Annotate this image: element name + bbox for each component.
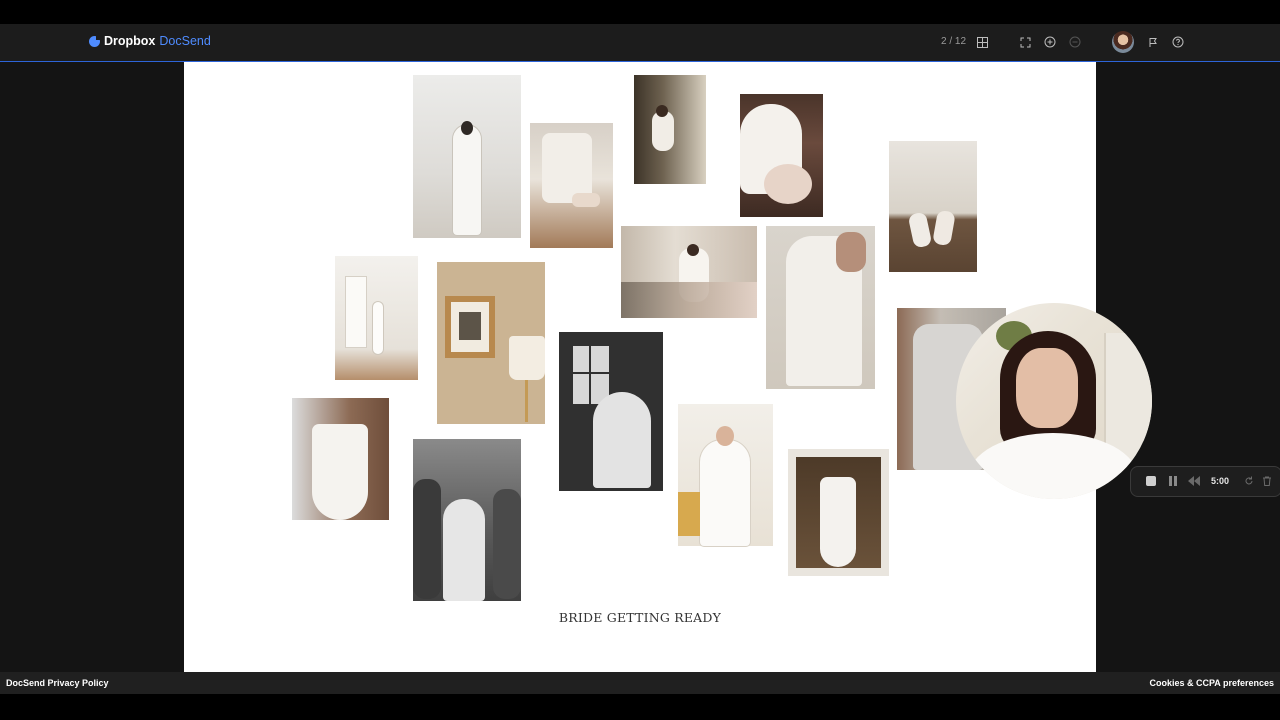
fullscreen-icon[interactable]: [1018, 35, 1032, 49]
presenter-video[interactable]: [956, 303, 1152, 499]
photo-pearl-sleeve-gown: [766, 226, 875, 389]
docsend-logo[interactable]: Dropbox DocSend: [89, 34, 211, 48]
photo-bride-seated-flowers: [621, 226, 757, 318]
photo-framed-art-lamp: [437, 262, 545, 424]
photo-bride-shoes-buckle: [530, 123, 613, 248]
minus-circle-icon[interactable]: [1068, 35, 1082, 49]
photo-bride-hallway: [335, 256, 418, 380]
recording-time: 5:00: [1211, 476, 1230, 486]
help-icon[interactable]: [1171, 35, 1185, 49]
photo-bridesmaids-dressing-bw: [413, 439, 521, 601]
pause-button[interactable]: [1167, 475, 1179, 487]
grid-icon[interactable]: [975, 35, 989, 49]
stop-button[interactable]: [1145, 475, 1157, 487]
recording-controls: 5:00: [1130, 466, 1280, 497]
dropbox-logo-icon: [89, 34, 101, 47]
photo-corset-dress-back: [292, 398, 389, 520]
privacy-policy-link[interactable]: DocSend Privacy Policy: [6, 678, 109, 688]
footer: DocSend Privacy Policy Cookies & CCPA pr…: [0, 672, 1280, 694]
photo-bridal-shoes-floor: [889, 141, 977, 272]
brand-primary: Dropbox: [104, 34, 156, 48]
slide-caption: BRIDE GETTING READY: [558, 610, 722, 625]
delete-button[interactable]: [1261, 475, 1273, 487]
redo-button[interactable]: [1243, 475, 1255, 487]
plus-circle-icon[interactable]: [1043, 35, 1057, 49]
top-bar: Dropbox DocSend 2 / 12: [0, 24, 1280, 62]
photo-bride-window-bw: [559, 332, 663, 491]
brand-secondary: DocSend: [159, 34, 211, 48]
flag-icon[interactable]: [1146, 35, 1160, 49]
page-indicator: 2 / 12: [941, 36, 967, 47]
rewind-button[interactable]: [1188, 475, 1200, 487]
avatar[interactable]: [1112, 31, 1134, 53]
slide: BRIDE GETTING READY: [184, 62, 1096, 672]
photo-bride-bouquet-shoulder: [740, 94, 823, 217]
photo-bride-mirror-makeup: [634, 75, 706, 184]
photo-bride-veil-window: [413, 75, 521, 238]
cookies-preferences-link[interactable]: Cookies & CCPA preferences: [1149, 678, 1274, 688]
photo-dress-hanging-wall: [788, 449, 889, 576]
photo-bride-robe-smiling: [678, 404, 773, 546]
presenter-face: [1016, 348, 1078, 428]
